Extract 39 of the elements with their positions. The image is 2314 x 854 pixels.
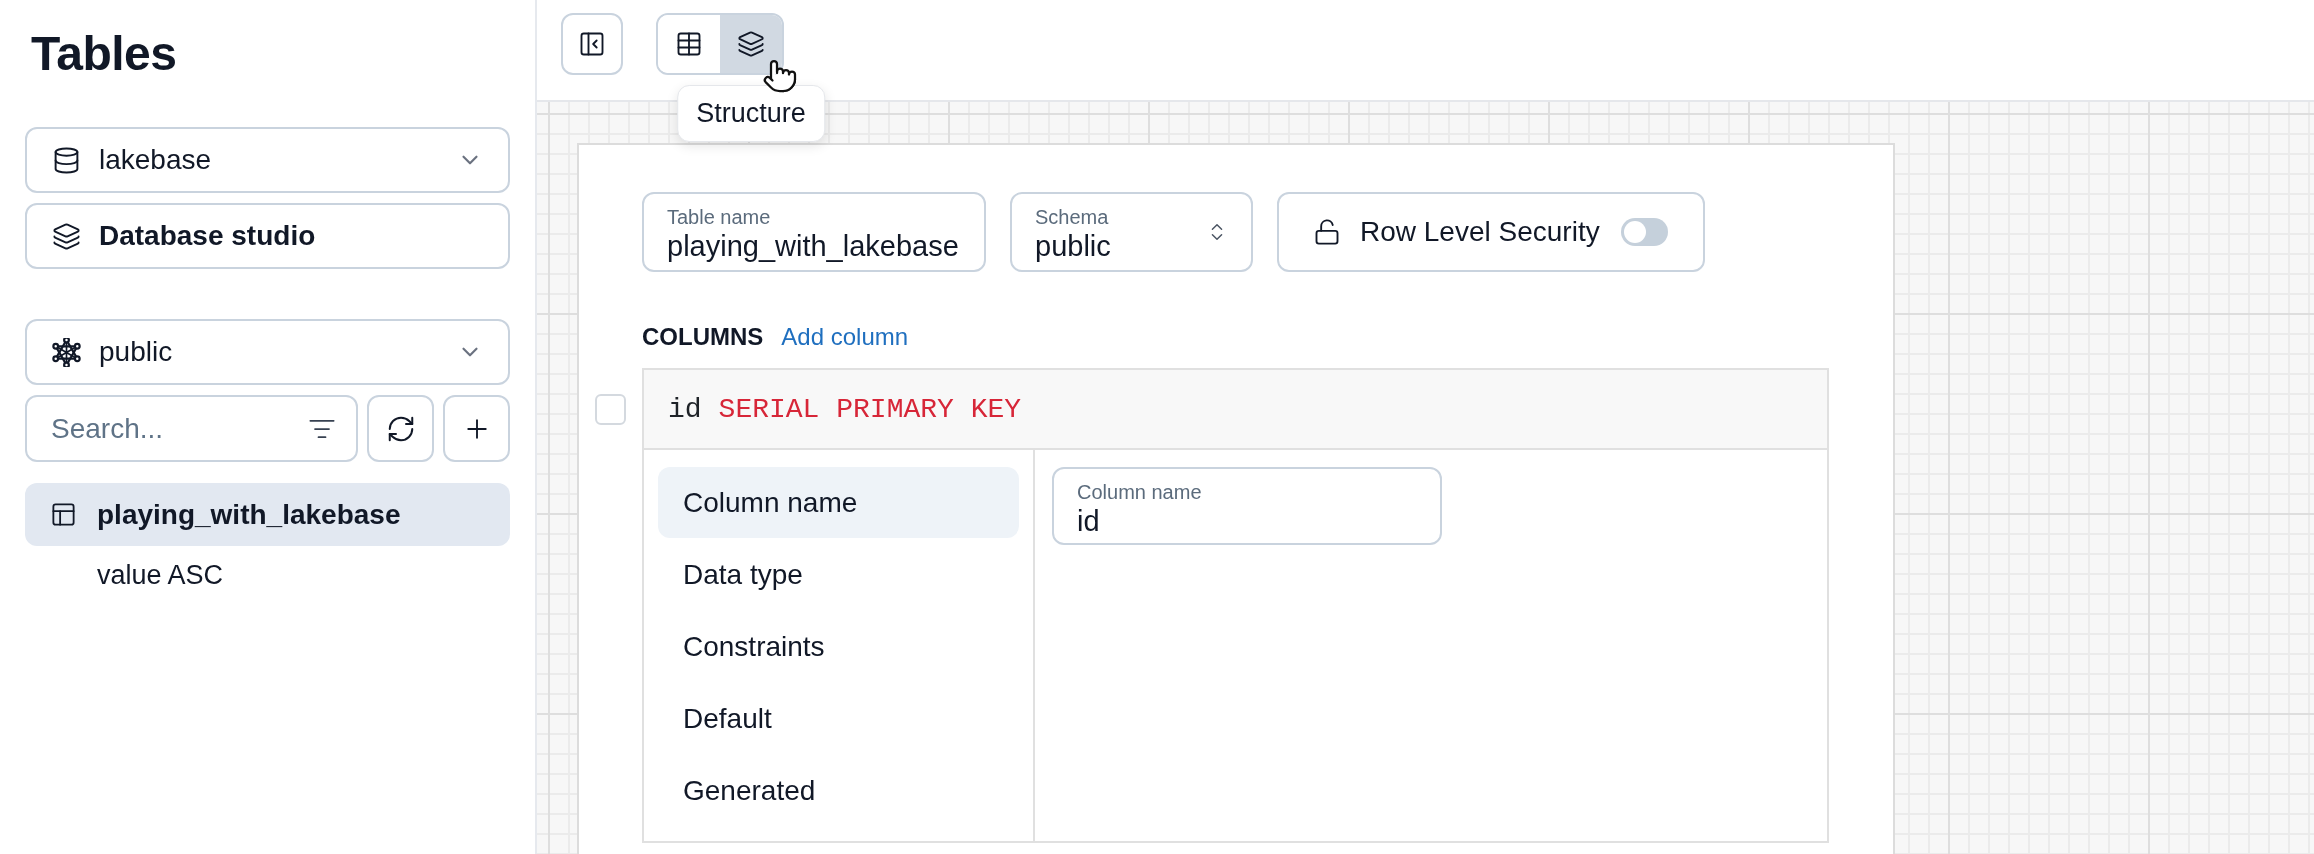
column-definition-text: SERIAL PRIMARY KEY [718,393,1022,425]
network-icon [52,337,81,367]
table-list-item[interactable]: playing_with_lakebase [25,483,510,546]
section-tab[interactable]: Column name [658,467,1019,538]
field-label: Table name [667,205,771,229]
section-tab[interactable]: Data type [658,539,1019,610]
refresh-button[interactable] [367,395,434,462]
rls-label: Row Level Security [1360,216,1600,248]
page-title: Tables [31,26,177,82]
table-grid-icon [675,30,703,58]
tooltip: Structure [677,85,825,142]
section-tab[interactable]: Constraints [658,611,1019,682]
view-tab[interactable] [720,15,782,73]
section-tab[interactable]: Default [658,683,1019,754]
field-label: Column name [1077,480,1202,504]
field-label: Schema [1035,205,1109,229]
collapse-sidebar-button[interactable] [561,13,623,75]
table-icon [50,501,77,528]
section-heading: COLUMNS [642,323,764,351]
rls-toggle[interactable] [1620,218,1668,246]
panel-left-icon [578,30,606,58]
layers-icon [52,221,81,251]
lock-open-icon [1313,218,1341,246]
column-header[interactable]: id SERIAL PRIMARY KEY [644,370,1827,450]
database-select[interactable]: lakebase [25,127,510,193]
index-list-item[interactable]: value ASC [25,546,510,604]
row-checkbox[interactable] [595,394,626,425]
column-name-field[interactable]: Column name id [1052,467,1442,545]
hand-cursor-icon [762,58,798,94]
studio-button[interactable]: Database studio [25,203,510,269]
search-field[interactable]: Search... [25,395,358,462]
section-tab[interactable]: Generated [658,755,1019,826]
schema-select[interactable]: public [25,319,510,385]
table-name-field[interactable]: Table name playing_with_lakebase [642,192,986,272]
column-name-text: id [668,393,702,425]
database-icon [52,145,81,175]
schema-select[interactable]: Schema public [1010,192,1253,272]
add-column-link[interactable]: Add column [781,323,909,351]
layers-icon [737,30,765,58]
